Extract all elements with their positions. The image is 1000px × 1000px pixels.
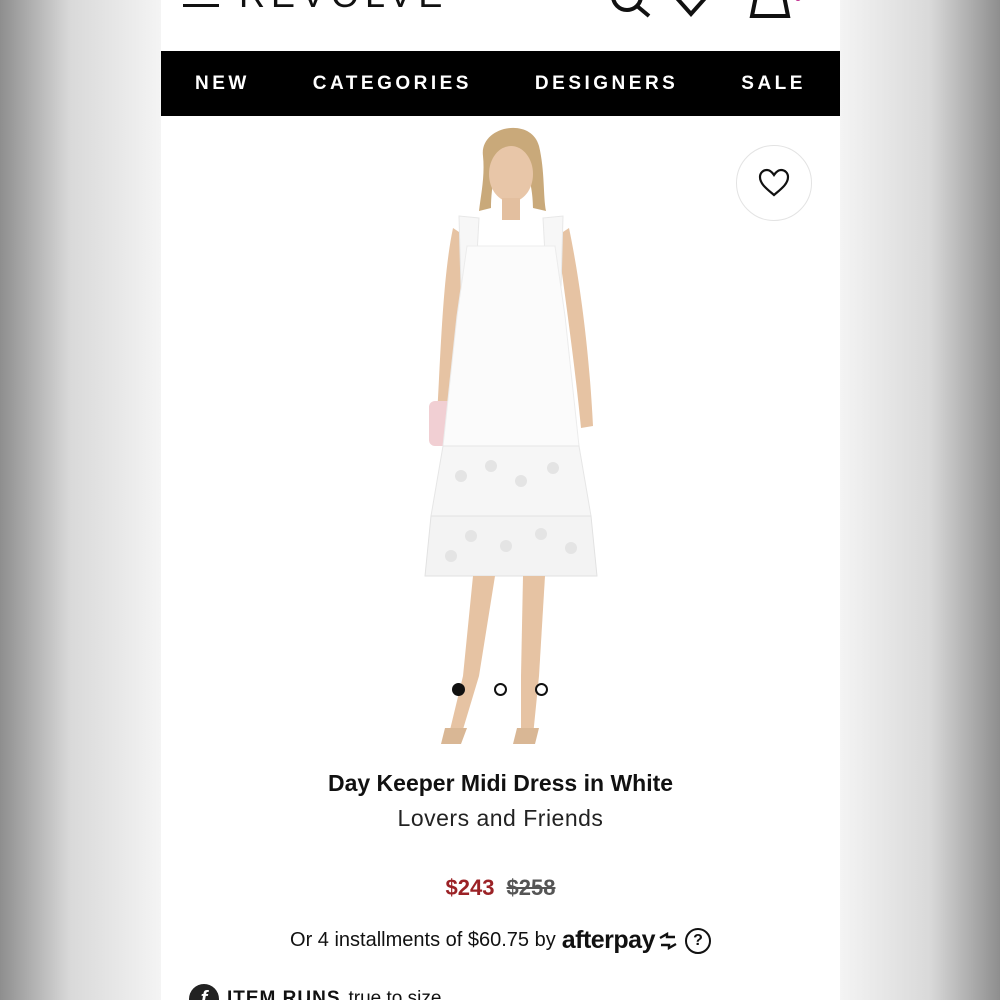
afterpay-brand: afterpay [561, 926, 656, 954]
search-icon[interactable] [609, 0, 655, 20]
sale-price: $243 [445, 875, 495, 900]
price-row: $243 $258 [161, 875, 840, 901]
afterpay-logo: afterpay [562, 926, 679, 955]
nav-item-sale[interactable]: SALE [741, 73, 806, 95]
category-nav: NEW CATEGORIES DESIGNERS SALE [161, 51, 840, 116]
fit-value: true to size [348, 988, 442, 1000]
fit-badge-icon: f [189, 984, 219, 1000]
nav-item-categories[interactable]: CATEGORIES [313, 73, 472, 95]
fit-label: ITEM RUNS [227, 988, 341, 1000]
shopping-bag-icon[interactable] [746, 0, 802, 20]
nav-item-designers[interactable]: DESIGNERS [535, 73, 678, 95]
product-designer-link[interactable]: Lovers and Friends [161, 805, 840, 832]
phone-screen: REVOLVE NEW CATEGORIES DESIGNERS SALE [161, 0, 840, 1000]
heart-icon [758, 168, 790, 197]
gallery-dot-1[interactable] [452, 683, 465, 696]
installments-info: Or 4 installments of $60.75 by afterpay … [161, 926, 840, 955]
product-image[interactable] [161, 116, 840, 761]
brand-logo[interactable]: REVOLVE [239, 0, 448, 16]
gallery-dot-3[interactable] [535, 683, 548, 696]
original-price: $258 [506, 875, 556, 900]
hamburger-menu-icon[interactable] [183, 0, 219, 12]
top-header: REVOLVE [161, 0, 840, 51]
help-icon[interactable]: ? [684, 927, 711, 954]
nav-item-new[interactable]: NEW [195, 73, 250, 95]
model-illustration [424, 127, 598, 744]
fit-info: f ITEM RUNS true to size [189, 984, 441, 1000]
product-title: Day Keeper Midi Dress in White [327, 770, 674, 796]
wishlist-icon[interactable] [671, 0, 715, 18]
gallery-dot-2[interactable] [494, 683, 507, 696]
installments-text: Or 4 installments of $60.75 by [290, 929, 556, 951]
afterpay-arrows-icon [659, 932, 677, 951]
gallery-pagination [161, 683, 840, 697]
add-to-favorites-button[interactable] [736, 145, 812, 221]
